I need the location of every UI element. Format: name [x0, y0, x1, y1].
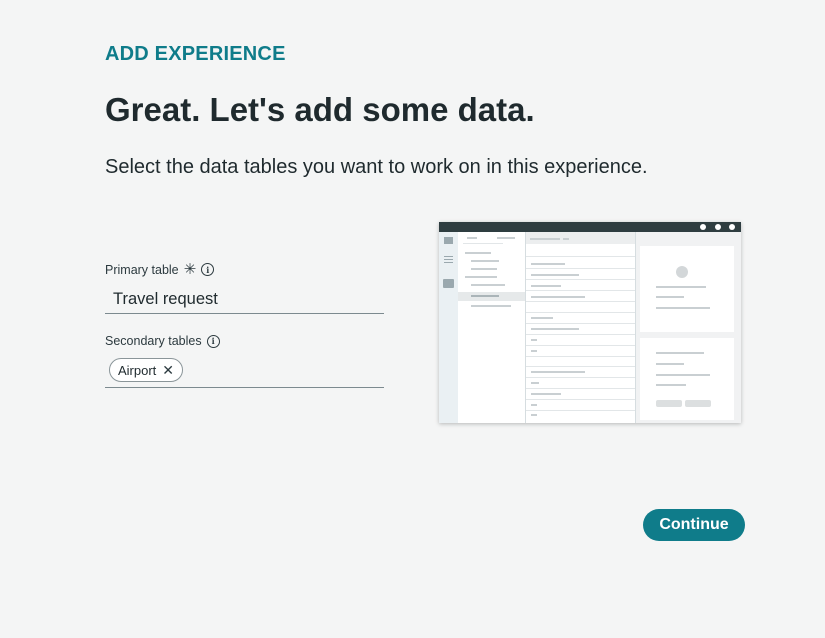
- preview-detail-panel: [636, 232, 741, 423]
- page-eyebrow: ADD EXPERIENCE: [105, 43, 286, 65]
- experience-preview-illustration: [439, 222, 741, 423]
- user-icon: [729, 224, 735, 230]
- primary-table-label: Primary table: [105, 262, 179, 277]
- preview-top-bar: [439, 222, 741, 232]
- primary-table-value: Travel request: [113, 290, 218, 308]
- page-title: Great. Let's add some data.: [105, 91, 535, 128]
- primary-table-label-row: Primary table ✳ i: [105, 261, 215, 278]
- preview-nav-panel: [458, 232, 526, 423]
- close-icon[interactable]: ✕: [162, 363, 174, 377]
- secondary-tables-label-row: Secondary tables i: [105, 334, 220, 348]
- secondary-tables-label: Secondary tables: [105, 334, 202, 348]
- home-icon: [444, 237, 453, 244]
- menu-icon: [444, 256, 453, 257]
- info-icon[interactable]: i: [201, 263, 215, 276]
- bell-icon: [715, 224, 721, 230]
- search-icon: [700, 224, 706, 230]
- info-icon[interactable]: i: [206, 334, 220, 348]
- secondary-tables-input[interactable]: Airport ✕: [105, 356, 384, 388]
- primary-table-input[interactable]: Travel request: [105, 286, 384, 314]
- chip-label: Airport: [118, 362, 157, 378]
- continue-button[interactable]: Continue: [643, 509, 745, 541]
- asterisk-icon: ✳: [183, 261, 197, 278]
- inbox-icon: [443, 279, 454, 288]
- table-chip: Airport ✕: [109, 358, 184, 382]
- preview-side-rail: [439, 232, 459, 423]
- preview-list-panel: [526, 232, 636, 423]
- page-subtitle: Select the data tables you want to work …: [105, 156, 648, 178]
